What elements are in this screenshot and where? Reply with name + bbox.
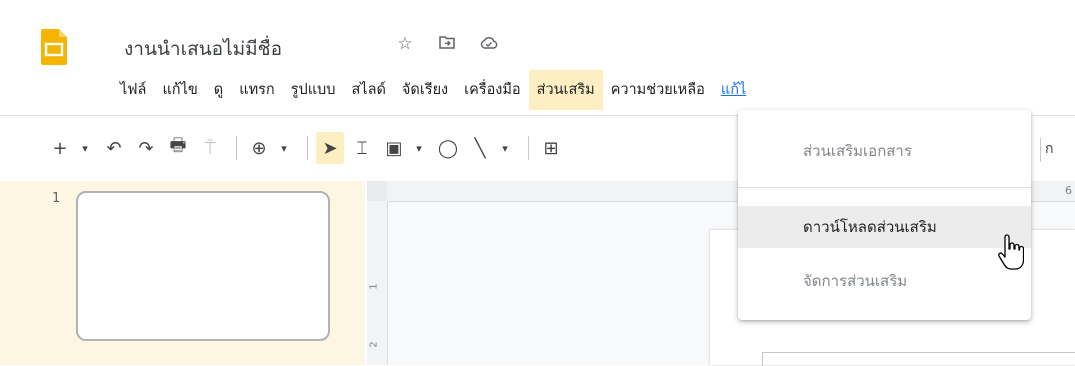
menu-edit[interactable]: แก้ไข bbox=[154, 70, 205, 110]
shape-tool-icon[interactable]: ◯ bbox=[434, 132, 462, 164]
move-to-folder-icon[interactable] bbox=[438, 34, 456, 54]
menu-arrange[interactable]: จัดเรียง bbox=[394, 70, 456, 110]
image-dropdown-icon[interactable]: ▾ bbox=[412, 132, 426, 164]
ruler-mark: 2 bbox=[368, 341, 380, 348]
menu-tools[interactable]: เครื่องมือ bbox=[456, 70, 529, 110]
menu-help[interactable]: ความช่วยเหลือ bbox=[603, 70, 713, 110]
comment-icon[interactable]: ⊞ bbox=[537, 132, 565, 164]
toolbar-divider bbox=[1040, 138, 1041, 162]
menu-bar: ไฟล์ แก้ไข ดู แทรก รูปแบบ สไลด์ จัดเรียง… bbox=[112, 70, 754, 110]
menu-file[interactable]: ไฟล์ bbox=[112, 70, 154, 110]
select-tool-icon[interactable]: ➤ bbox=[316, 132, 344, 164]
new-slide-button[interactable]: + bbox=[46, 132, 74, 164]
star-icon[interactable]: ☆ bbox=[396, 34, 414, 54]
paint-format-icon[interactable]: ⍑ bbox=[196, 132, 224, 164]
toolbar-trailing-label[interactable]: ก bbox=[1045, 138, 1053, 160]
slides-logo[interactable] bbox=[41, 29, 67, 65]
image-tool-icon[interactable]: ▣ bbox=[380, 132, 408, 164]
cloud-saved-icon[interactable] bbox=[480, 34, 498, 54]
print-icon[interactable]: 🖶 bbox=[164, 132, 192, 164]
menu-slide[interactable]: สไลด์ bbox=[343, 70, 393, 110]
ruler-corner bbox=[367, 181, 387, 201]
menu-view[interactable]: ดู bbox=[206, 70, 231, 110]
redo-icon[interactable]: ↷ bbox=[132, 132, 160, 164]
ruler-mark: 6 bbox=[1065, 184, 1072, 197]
addons-dropdown-menu: ส่วนเสริมเอกสาร ดาวน์โหลดส่วนเสริม จัดกา… bbox=[738, 110, 1031, 320]
menu-item-manage-addons[interactable]: จัดการส่วนเสริม bbox=[738, 260, 1031, 302]
slide-thumbnail[interactable] bbox=[76, 191, 330, 341]
slide-textbox[interactable] bbox=[762, 352, 1075, 366]
toolbar-divider bbox=[236, 136, 237, 160]
line-tool-icon[interactable]: ╲ bbox=[466, 132, 494, 164]
slide-number: 1 bbox=[52, 191, 61, 206]
toolbar-divider bbox=[528, 136, 529, 160]
vertical-ruler[interactable]: 1 2 bbox=[367, 201, 388, 365]
menu-item-document-addons[interactable]: ส่วนเสริมเอกสาร bbox=[738, 130, 1031, 172]
zoom-icon[interactable]: ⊕ bbox=[245, 132, 273, 164]
menu-addons[interactable]: ส่วนเสริม bbox=[528, 70, 603, 110]
menu-divider bbox=[738, 187, 1031, 188]
zoom-dropdown-icon[interactable]: ▾ bbox=[277, 132, 291, 164]
last-edit-link[interactable]: แก้ไ bbox=[713, 70, 754, 110]
toolbar: + ▾ ↶ ↷ 🖶 ⍑ ⊕ ▾ ➤ ⌶ ▣ ▾ ◯ ╲ ▾ ⊞ bbox=[46, 130, 569, 166]
menu-insert[interactable]: แทรก bbox=[231, 70, 282, 110]
title-actions: ☆ bbox=[396, 34, 498, 54]
undo-icon[interactable]: ↶ bbox=[100, 132, 128, 164]
menu-item-get-addons[interactable]: ดาวน์โหลดส่วนเสริม bbox=[738, 206, 1031, 248]
textbox-tool-icon[interactable]: ⌶ bbox=[348, 132, 376, 164]
toolbar-divider bbox=[307, 136, 308, 160]
line-dropdown-icon[interactable]: ▾ bbox=[498, 132, 512, 164]
ruler-mark: 1 bbox=[368, 283, 380, 290]
new-slide-dropdown-icon[interactable]: ▾ bbox=[78, 132, 92, 164]
menu-format[interactable]: รูปแบบ bbox=[283, 70, 344, 110]
document-title[interactable]: งานนำเสนอไม่มีชื่อ bbox=[124, 34, 282, 64]
hand-pointer-cursor-icon bbox=[996, 234, 1025, 272]
